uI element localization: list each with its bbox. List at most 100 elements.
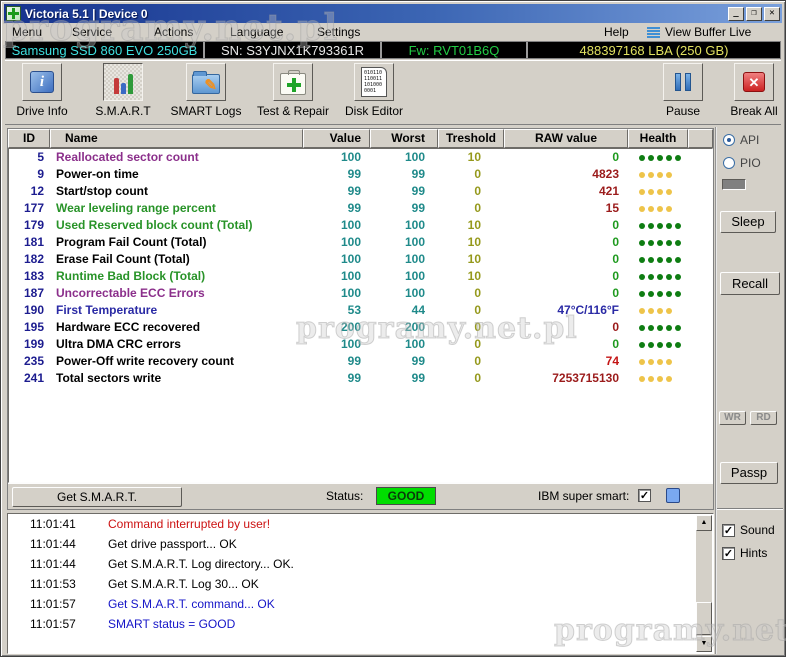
table-row[interactable]: 199Ultra DMA CRC errors10010000 [9, 336, 712, 353]
log-entry: 11:01:44Get S.M.A.R.T. Log directory... … [8, 554, 713, 574]
scrollbar-thumb[interactable] [696, 602, 712, 635]
first-aid-icon [280, 73, 306, 95]
table-row[interactable]: 12Start/stop count99990421 [9, 183, 712, 200]
ibm-super-smart-checkbox[interactable]: ✓ [638, 489, 651, 502]
test-repair-button[interactable]: Test & Repair [253, 63, 333, 118]
table-row[interactable]: 235Power-Off write recovery count9999074 [9, 353, 712, 370]
column-header-name[interactable]: Name [50, 129, 303, 148]
api-radio[interactable] [723, 134, 735, 146]
break-all-button[interactable]: ✕ Break All [723, 63, 785, 118]
health-dots [629, 353, 689, 370]
pause-button[interactable]: Pause [657, 63, 709, 118]
table-row[interactable]: 177Wear leveling range percent9999015 [9, 200, 712, 217]
log-message: Command interrupted by user! [108, 514, 270, 534]
log-entry: 11:01:53 Get S.M.A.R.T. Log 30... OK [8, 574, 713, 594]
column-header-health[interactable]: Health [628, 129, 688, 148]
side-divider [717, 508, 783, 510]
health-dots [629, 285, 689, 302]
recall-button[interactable]: Recall [720, 272, 780, 295]
hints-row[interactable]: ✓ Hints [722, 546, 767, 560]
column-header-id[interactable]: ID [8, 129, 50, 148]
table-row[interactable]: 9Power-on time999904823 [9, 166, 712, 183]
menu-item-settings[interactable]: Settings [317, 24, 360, 40]
log-timestamp: 11:01:41 [30, 514, 76, 534]
table-row[interactable]: 5Reallocated sector count100100100 [9, 149, 712, 166]
sleep-button[interactable]: Sleep [720, 211, 776, 233]
log-timestamp: 11:01:57 [30, 614, 76, 634]
health-dots [629, 336, 689, 353]
passport-button[interactable]: Passp [720, 462, 778, 484]
hints-checkbox[interactable]: ✓ [722, 547, 735, 560]
table-body: 5Reallocated sector count1001001009Power… [8, 148, 713, 483]
get-smart-button[interactable]: Get S.M.A.R.T. [12, 487, 182, 507]
app-icon [6, 6, 21, 21]
disk-editor-button[interactable]: 010110 110011 101000 0001 Disk Editor [341, 63, 407, 118]
health-dots [629, 200, 689, 217]
log-timestamp: 11:01:57 [30, 594, 76, 614]
menu-item-help[interactable]: Help [604, 24, 629, 40]
scroll-down-icon[interactable]: ▼ [696, 636, 712, 652]
table-row[interactable]: 183Runtime Bad Block (Total)100100100 [9, 268, 712, 285]
buffer-list-icon [647, 27, 660, 38]
health-dots [629, 149, 689, 166]
pause-icon [675, 73, 691, 91]
log-message: SMART status = GOOD [108, 614, 235, 634]
minimize-button[interactable]: _ [728, 7, 744, 21]
table-row[interactable]: 179Used Reserved block count (Total)1001… [9, 217, 712, 234]
health-dots [629, 183, 689, 200]
health-dots [629, 268, 689, 285]
health-dots [629, 370, 689, 387]
bar-chart-icon [114, 70, 133, 94]
column-header-value[interactable]: Value [303, 129, 370, 148]
rd-button[interactable]: RD [750, 411, 777, 425]
health-dots [629, 234, 689, 251]
table-header: ID Name Value Worst Treshold RAW value H… [8, 129, 713, 148]
health-dots [629, 217, 689, 234]
column-header-treshold[interactable]: Treshold [438, 129, 504, 148]
maximize-button[interactable]: ❐ [746, 7, 762, 21]
column-header-raw[interactable]: RAW value [504, 129, 628, 148]
menu-item-menu[interactable]: Menu [12, 24, 42, 40]
log-entry: 11:01:41 Command interrupted by user! [8, 514, 713, 534]
wr-button[interactable]: WR [719, 411, 746, 425]
binary-document-icon: 010110 110011 101000 0001 [361, 67, 387, 97]
api-radio-row[interactable]: API [723, 133, 759, 147]
smart-logs-button[interactable]: ✎ SMART Logs [167, 63, 245, 118]
pio-radio[interactable] [723, 157, 735, 169]
table-row[interactable]: 190First Temperature5344047°C/116°F [9, 302, 712, 319]
column-header-worst[interactable]: Worst [370, 129, 438, 148]
sound-row[interactable]: ✓ Sound [722, 523, 775, 537]
log-entry: 11:01:44Get drive passport... OK [8, 534, 713, 554]
table-row[interactable]: 181Program Fail Count (Total)100100100 [9, 234, 712, 251]
table-row[interactable]: 182Erase Fail Count (Total)100100100 [9, 251, 712, 268]
status-label: Status: [326, 489, 363, 503]
log-entry: 11:01:57 SMART status = GOOD [8, 614, 713, 634]
menu-item-actions[interactable]: Actions [154, 24, 193, 40]
api-label: API [740, 133, 759, 147]
menu-item-view-buffer-live[interactable]: View Buffer Live [665, 24, 751, 40]
blue-indicator [666, 488, 680, 503]
log-timestamp: 11:01:44 [30, 534, 76, 554]
pio-radio-row[interactable]: PIO [723, 156, 761, 170]
smart-button[interactable]: S.M.A.R.T [91, 63, 155, 118]
close-button[interactable]: ✕ [764, 7, 780, 21]
table-row[interactable]: 187Uncorrectable ECC Errors10010000 [9, 285, 712, 302]
log-message: Get S.M.A.R.T. Log 30... OK [108, 574, 259, 594]
menu-item-language[interactable]: Language [230, 24, 283, 40]
table-row[interactable]: 241Total sectors write999907253715130 [9, 370, 712, 387]
sound-checkbox[interactable]: ✓ [722, 524, 735, 537]
log-scrollbar[interactable]: ▲ ▼ [696, 515, 712, 652]
log-timestamp: 11:01:53 [30, 574, 76, 594]
title-bar: Victoria 5.1 | Device 0 _ ❐ ✕ [4, 4, 782, 23]
side-panel: API PIO Sleep Recall WR RD Passp ✓ Sound… [715, 127, 783, 654]
break-x-icon: ✕ [743, 72, 765, 92]
window-title: Victoria 5.1 | Device 0 [25, 7, 148, 21]
drive-model: Samsung SSD 860 EVO 250GB [6, 42, 205, 58]
menu-item-service[interactable]: Service [72, 24, 112, 40]
pio-label: PIO [740, 156, 761, 170]
drive-info-button[interactable]: i Drive Info [13, 63, 71, 118]
app-window: Victoria 5.1 | Device 0 _ ❐ ✕ Menu Servi… [0, 0, 786, 657]
health-dots [629, 319, 689, 336]
scroll-up-icon[interactable]: ▲ [696, 515, 712, 531]
table-row[interactable]: 195Hardware ECC recovered20020000 [9, 319, 712, 336]
